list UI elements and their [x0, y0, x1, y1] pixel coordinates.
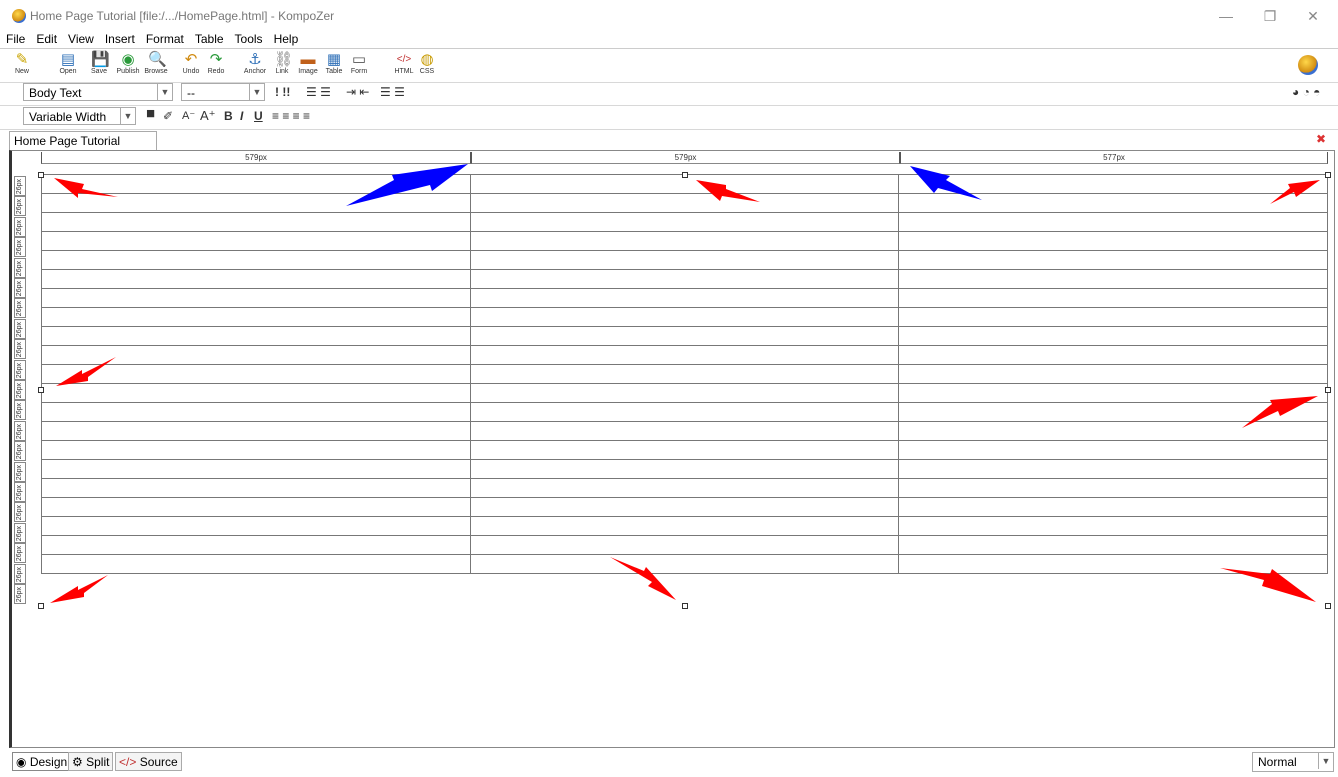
- red-arrow: [696, 180, 760, 202]
- split-tab-label: Split: [86, 755, 110, 769]
- red-arrow: [1220, 568, 1316, 602]
- red-arrow: [1270, 180, 1320, 204]
- design-tab-label: Design: [29, 755, 68, 769]
- chevron-down-icon: ▼: [1318, 753, 1333, 769]
- source-tab-label: Source: [139, 755, 178, 769]
- red-arrow: [610, 557, 676, 600]
- red-arrow: [54, 178, 118, 198]
- blue-arrow: [910, 166, 982, 200]
- design-tab[interactable]: ◉ Design: [12, 752, 72, 771]
- red-arrow: [56, 357, 116, 386]
- eye-icon: ◉: [16, 755, 30, 769]
- split-tab[interactable]: ⚙ Split: [68, 752, 114, 771]
- red-arrow: [1242, 396, 1318, 428]
- view-mode-value: Normal: [1258, 755, 1297, 769]
- blue-arrow: [346, 164, 468, 206]
- view-tabs-bar: ◉ Design ⚙ Split </> Source Normal ▼: [0, 749, 1338, 777]
- source-tab[interactable]: </> Source: [115, 752, 182, 771]
- annotation-arrows: [50, 164, 1320, 603]
- red-arrow: [50, 575, 108, 603]
- view-mode-select[interactable]: Normal ▼: [1252, 752, 1334, 772]
- source-icon: </>: [119, 755, 140, 769]
- split-icon: ⚙: [72, 755, 87, 769]
